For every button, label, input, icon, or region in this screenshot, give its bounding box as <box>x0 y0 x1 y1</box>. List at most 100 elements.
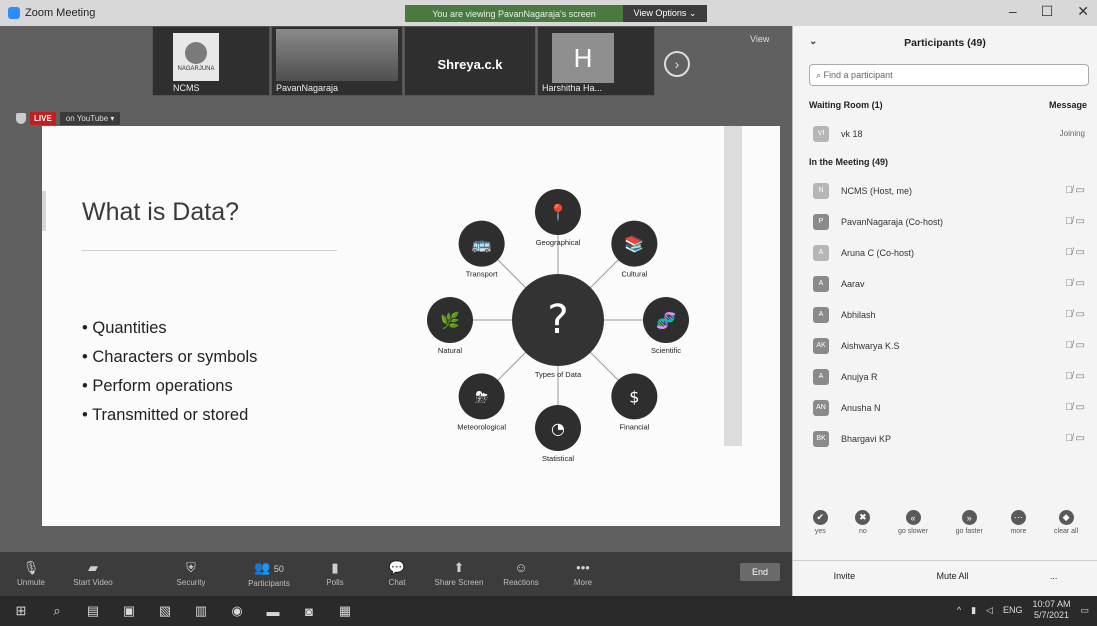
participants-button[interactable]: 👥 50 Participants <box>238 560 300 588</box>
bullet: Perform operations <box>82 372 257 401</box>
leaf-icon: 🌿 <box>440 311 460 330</box>
participant-row[interactable]: A Abhilash 🎙̸ ▭ <box>793 299 1097 330</box>
participant-row[interactable]: A Aarav 🎙̸ ▭ <box>793 268 1097 299</box>
more-options-button[interactable]: ... <box>1050 571 1058 581</box>
reaction-more-button[interactable]: ⋯ more <box>1010 510 1026 535</box>
live-bar: LIVE on YouTube ▾ <box>16 110 121 126</box>
app-icon[interactable]: ◙ <box>294 596 324 626</box>
share-screen-button[interactable]: ⬆ Share Screen <box>428 560 490 588</box>
bullet: Quantities <box>82 314 257 343</box>
minimize-button[interactable]: – <box>1009 3 1017 20</box>
diagram-node-label: Natural <box>438 346 463 355</box>
mic-video-status-icon: 🎙̸ ▭ <box>1065 216 1085 227</box>
language-indicator[interactable]: ENG <box>1003 605 1023 615</box>
photoshop-icon[interactable]: ▣ <box>114 596 144 626</box>
participant-name: Aarav <box>841 278 865 289</box>
reaction-go-faster-button[interactable]: » go faster <box>956 510 983 535</box>
reaction-clear-all-button[interactable]: ◆ clear all <box>1054 510 1078 535</box>
reaction-yes-button[interactable]: ✔ yes <box>812 510 828 535</box>
participant-name: Bhargavi KP <box>841 433 892 444</box>
in-meeting-header[interactable]: In the Meeting (49) <box>793 149 1097 175</box>
thumbnail-name: Shreya.c.k <box>437 57 503 72</box>
clock[interactable]: 10:07 AM 5/7/2021 <box>1032 599 1070 621</box>
start-video-button[interactable]: ▰ Start Video <box>62 561 124 588</box>
mic-video-status-icon: 🎙̸ ▭ <box>1065 402 1085 413</box>
zoom-taskbar-icon[interactable]: ▬ <box>258 596 288 626</box>
mute-all-button[interactable]: Mute All <box>936 571 968 581</box>
volume-icon[interactable]: ◁ <box>986 605 993 616</box>
indesign-icon[interactable]: ▥ <box>186 596 216 626</box>
end-meeting-button[interactable]: End <box>740 563 780 581</box>
reaction-no-button[interactable]: ✖ no <box>855 510 871 535</box>
view-options-button[interactable]: View Options ⌄ <box>623 5 707 22</box>
message-button[interactable]: Message <box>1049 100 1087 110</box>
thumbnail-pavan[interactable]: PavanNagaraja <box>271 26 403 96</box>
invite-button[interactable]: Invite <box>834 571 856 581</box>
thumbnail-harshitha[interactable]: H Harshitha Ha... <box>537 26 655 96</box>
bullet: Transmitted or stored <box>82 401 257 430</box>
notification-icon[interactable]: ▭ <box>1080 605 1089 616</box>
participant-name: NCMS (Host, me) <box>841 185 913 196</box>
mic-video-status-icon: 🎙̸ ▭ <box>1065 371 1085 382</box>
dna-icon: 🧬 <box>656 311 676 330</box>
maximize-button[interactable]: ☐ <box>1041 3 1054 20</box>
participant-row[interactable]: N NCMS (Host, me) 🎙̸ ▭ <box>793 175 1097 206</box>
image-viewer-icon[interactable]: ▦ <box>330 596 360 626</box>
shield-icon <box>16 112 26 124</box>
search-icon[interactable]: ⌕ <box>42 596 72 626</box>
participant-row[interactable]: A Aruna C (Co-host) 🎙̸ ▭ <box>793 237 1097 268</box>
window-controls: – ☐ ✕ <box>1009 3 1089 20</box>
image-app-icon[interactable]: ▧ <box>150 596 180 626</box>
mic-video-status-icon: 🎙̸ ▭ <box>1065 278 1085 289</box>
waiting-row[interactable]: VI vk 18 Joining <box>793 118 1097 149</box>
avatar: A <box>813 244 829 261</box>
search-icon: ⌕ <box>816 70 824 80</box>
search-input[interactable]: ⌕ Find a participant <box>809 64 1089 86</box>
thumbnail-ncms[interactable]: NAGARJUNA NCMS <box>152 26 270 96</box>
reactions-button[interactable]: ☺ Reactions <box>490 561 552 588</box>
meeting-area: NAGARJUNA NCMS PavanNagaraja Shreya.c.k … <box>0 26 792 576</box>
question-icon: ? <box>547 297 568 343</box>
center-label: Types of Data <box>535 370 582 379</box>
live-platform-dropdown[interactable]: on YouTube ▾ <box>59 111 121 125</box>
reaction-go-slower-button[interactable]: « go slower <box>898 510 928 535</box>
participant-row[interactable]: P PavanNagaraja (Co-host) 🎙̸ ▭ <box>793 206 1097 237</box>
chrome-icon[interactable]: ◉ <box>222 596 252 626</box>
reaction-label: no <box>859 528 867 535</box>
polls-button[interactable]: ▮ Polls <box>304 561 366 588</box>
view-button[interactable]: View <box>750 34 769 44</box>
slide-divider <box>82 250 337 251</box>
participant-row[interactable]: A Anujya R 🎙̸ ▭ <box>793 361 1097 392</box>
more-button[interactable]: ••• More <box>552 561 614 588</box>
participant-row[interactable]: AN Anusha N 🎙̸ ▭ <box>793 392 1097 423</box>
file-explorer-icon[interactable]: ▤ <box>78 596 108 626</box>
windows-start-icon[interactable]: ⊞ <box>6 596 36 626</box>
close-button[interactable]: ✕ <box>1077 3 1089 20</box>
chat-button[interactable]: 💬 Chat <box>366 561 428 588</box>
chevron-down-icon[interactable]: ⌄ <box>809 36 817 47</box>
window-title: Zoom Meeting <box>25 7 96 19</box>
network-icon[interactable]: ▮ <box>971 605 976 616</box>
share-screen-icon: ⬆ <box>453 560 465 575</box>
thumbnail-shreya[interactable]: Shreya.c.k <box>404 26 536 96</box>
system-tray: ^ ▮ ◁ ENG 10:07 AM 5/7/2021 ▭ <box>957 599 1089 621</box>
next-page-button[interactable]: › <box>664 51 690 77</box>
reaction-icon: ⋯ <box>1010 510 1026 525</box>
unmute-button[interactable]: 🎙 Unmute <box>0 561 62 588</box>
participant-name: PavanNagaraja (Co-host) <box>841 216 944 227</box>
chevron-up-icon[interactable]: ^ <box>957 605 961 615</box>
participant-row[interactable]: AK Aishwarya K.S 🎙̸ ▭ <box>793 330 1097 361</box>
meeting-toolbar: 🎙 Unmute ▰ Start Video ⛨ Security 👥 50 P… <box>0 552 792 596</box>
screen: Zoom Meeting You are viewing PavanNagara… <box>0 0 1097 626</box>
waiting-room-header[interactable]: Waiting Room (1) Message <box>793 92 1097 118</box>
thumbnail-name: PavanNagaraja <box>276 83 339 93</box>
participants-title: Participants (49) <box>904 37 986 49</box>
diagram-node-label: Transport <box>466 270 499 279</box>
reaction-icon: « <box>905 510 921 525</box>
book-icon: 📚 <box>624 235 644 254</box>
zoom-icon <box>8 7 20 19</box>
participant-row[interactable]: BK Bhargavi KP 🎙̸ ▭ <box>793 423 1097 454</box>
security-button[interactable]: ⛨ Security <box>160 561 222 588</box>
nonverbal-feedback: ✔ yes ✖ no « go slower » go faster ⋯ more ◆ clear a… <box>793 510 1097 535</box>
reaction-label: go slower <box>898 528 928 535</box>
